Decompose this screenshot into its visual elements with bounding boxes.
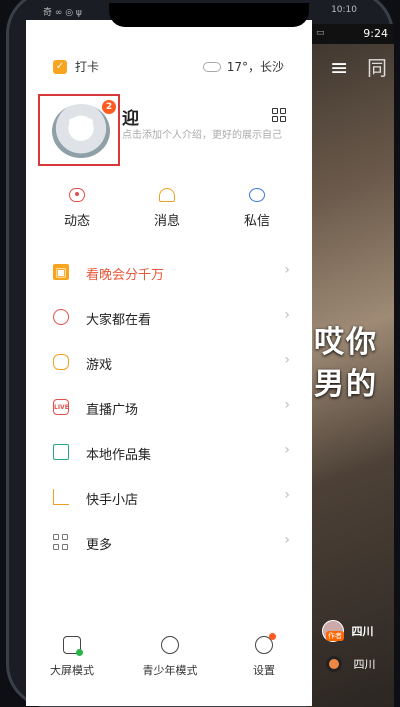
chevron-right-icon: › bbox=[284, 262, 290, 278]
menu-item-label: 游戏 bbox=[86, 358, 113, 373]
video-status-bar: ▭ 9:24 bbox=[306, 24, 394, 44]
bottom-label: 设置 bbox=[253, 664, 275, 677]
menu-item-trending[interactable]: 大家都在看 › bbox=[26, 295, 312, 340]
drawer-bottom-bar: 大屏模式 青少年模式 设置 bbox=[26, 633, 312, 696]
chevron-right-icon: › bbox=[284, 487, 290, 503]
bottom-label: 青少年模式 bbox=[142, 664, 198, 677]
bell-icon bbox=[159, 188, 175, 202]
music-name: 四川 bbox=[353, 658, 376, 671]
tab-messages[interactable]: 消息 bbox=[137, 188, 197, 229]
chevron-right-icon: › bbox=[284, 397, 290, 413]
chevron-right-icon: › bbox=[284, 442, 290, 458]
qr-code-icon[interactable] bbox=[272, 108, 286, 122]
settings-icon bbox=[255, 633, 276, 654]
weather-text: 17°，长沙 bbox=[226, 60, 284, 74]
menu-item-label: 本地作品集 bbox=[86, 448, 152, 463]
side-drawer: ✓ 打卡 17°，长沙 2 迎 点击添加个人介绍，更好的展示自己 动态 消息 私… bbox=[26, 20, 312, 706]
settings-button[interactable]: 设置 bbox=[244, 633, 284, 678]
profile-intro-placeholder[interactable]: 点击添加个人介绍，更好的展示自己 bbox=[122, 129, 292, 142]
live-icon: LIVE bbox=[53, 399, 69, 415]
weather-widget[interactable]: 17°，长沙 bbox=[202, 58, 284, 75]
chevron-right-icon: › bbox=[284, 532, 290, 548]
checkin-label: 打卡 bbox=[75, 60, 100, 74]
checkin-button[interactable]: ✓ 打卡 bbox=[53, 58, 99, 75]
tab-icon[interactable]: 同 bbox=[367, 52, 387, 81]
gamepad-icon bbox=[53, 354, 69, 370]
video-status-time: 9:24 bbox=[363, 27, 388, 40]
author-name[interactable]: 四川 bbox=[352, 625, 374, 638]
notification-badge: 2 bbox=[102, 100, 116, 114]
gift-icon: ▣ bbox=[53, 264, 69, 280]
chevron-right-icon: › bbox=[284, 307, 290, 323]
author-tag: 作者 bbox=[326, 631, 344, 641]
menu-item-shop[interactable]: 快手小店 › bbox=[26, 475, 312, 520]
menu-item-gala[interactable]: ▣ 看晚会分千万 › bbox=[26, 250, 312, 295]
chevron-right-icon: › bbox=[284, 352, 290, 368]
big-screen-mode-button[interactable]: 大屏模式 bbox=[44, 636, 100, 678]
menu-item-label: 看晚会分千万 bbox=[86, 268, 165, 283]
planet-icon bbox=[53, 309, 69, 325]
cat-ear-left bbox=[68, 116, 80, 130]
bottom-label: 大屏模式 bbox=[50, 664, 94, 677]
chat-icon bbox=[249, 188, 265, 202]
eye-icon bbox=[69, 188, 85, 202]
menu-item-label: 更多 bbox=[86, 538, 113, 553]
avatar-highlight-box[interactable]: 2 bbox=[38, 94, 120, 166]
grid-icon bbox=[53, 534, 69, 550]
battery-icon: ▭ bbox=[316, 28, 325, 38]
os-status-icons: 奇 ∞ ◎ ψ bbox=[43, 8, 82, 18]
menu-item-label: 快手小店 bbox=[86, 493, 139, 508]
folder-icon bbox=[53, 444, 69, 460]
notch bbox=[109, 3, 309, 27]
video-music[interactable]: 四川 bbox=[326, 656, 376, 672]
username[interactable]: 迎 bbox=[122, 104, 139, 129]
menu-item-label: 大家都在看 bbox=[86, 313, 152, 328]
avatar[interactable] bbox=[52, 104, 110, 158]
tab-label: 动态 bbox=[63, 214, 90, 229]
tv-icon bbox=[63, 636, 83, 656]
music-disc-icon[interactable] bbox=[326, 656, 342, 672]
video-author[interactable]: 作者 四川 bbox=[322, 620, 374, 642]
profile-tabs: 动态 消息 私信 bbox=[26, 188, 312, 240]
video-caption: 哎你 男的 bbox=[314, 325, 378, 402]
menu-item-local-works[interactable]: 本地作品集 › bbox=[26, 430, 312, 475]
cat-ear-right bbox=[82, 116, 94, 130]
drawer-top-row: ✓ 打卡 17°，长沙 bbox=[26, 58, 312, 78]
menu-item-more[interactable]: 更多 › bbox=[26, 520, 312, 565]
tab-direct-messages[interactable]: 私信 bbox=[227, 188, 287, 229]
teen-mode-button[interactable]: 青少年模式 bbox=[132, 636, 208, 678]
hamburger-menu-icon[interactable]: ≡ bbox=[330, 56, 348, 81]
os-status-time: 10:10 bbox=[331, 5, 357, 15]
tab-label: 消息 bbox=[153, 214, 180, 229]
tab-moments[interactable]: 动态 bbox=[47, 188, 107, 229]
cart-icon bbox=[53, 489, 69, 505]
menu-item-live[interactable]: LIVE 直播广场 › bbox=[26, 385, 312, 430]
menu-item-games[interactable]: 游戏 › bbox=[26, 340, 312, 385]
cloud-icon bbox=[202, 61, 221, 72]
kid-face-icon bbox=[161, 636, 179, 654]
tab-label: 私信 bbox=[243, 214, 270, 229]
checkmark-icon: ✓ bbox=[53, 59, 67, 74]
menu-item-label: 直播广场 bbox=[86, 403, 139, 418]
